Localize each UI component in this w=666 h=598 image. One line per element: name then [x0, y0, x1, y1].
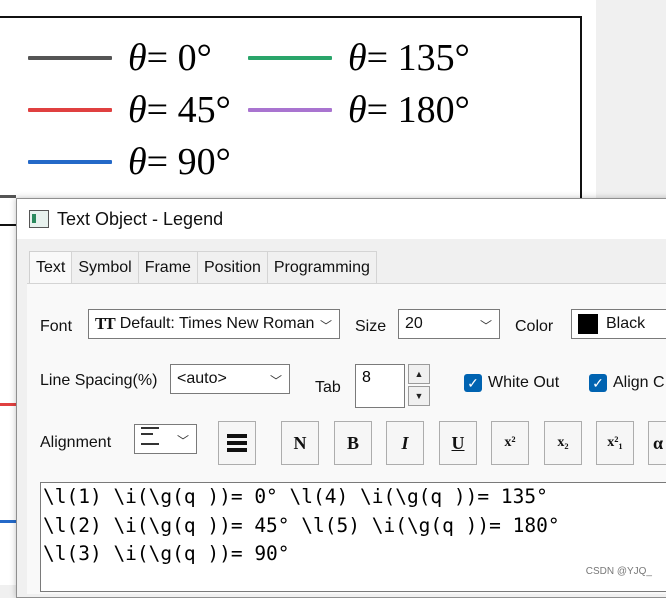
- lines-icon: [227, 434, 247, 452]
- legend-label: θ= 135°: [348, 37, 470, 79]
- color-value: Black: [606, 315, 646, 332]
- tab-strip: Text Symbol Frame Position Programming: [29, 251, 377, 284]
- dialog-title: Text Object - Legend: [57, 208, 224, 229]
- color-swatch: [578, 314, 598, 334]
- plot-line-stub: [0, 403, 16, 406]
- plot-line-stub: [0, 520, 16, 523]
- legend-entry-4: θ= 180°: [248, 88, 470, 132]
- bold-button[interactable]: B: [334, 421, 372, 465]
- superscript-button[interactable]: x²: [491, 421, 529, 465]
- tab-frame[interactable]: Frame: [137, 251, 198, 284]
- legend-text-editor[interactable]: \l(1) \i(\g(q ))= 0° \l(4) \i(\g(q ))= 1…: [40, 482, 666, 592]
- legend-box[interactable]: θ= 0° θ= 45° θ= 90° θ= 135° θ= 180°: [0, 16, 582, 226]
- legend-label: θ= 180°: [348, 89, 470, 131]
- white-out-label: White Out: [488, 374, 560, 391]
- app-icon: [29, 210, 49, 228]
- font-value: Default: Times New Roman: [119, 315, 315, 332]
- line-spacing-select[interactable]: <auto> ﹀: [170, 364, 290, 394]
- tab-symbol[interactable]: Symbol: [71, 251, 139, 284]
- spin-up-button[interactable]: ▲: [408, 364, 430, 384]
- title-bar[interactable]: Text Object - Legend: [17, 199, 666, 239]
- alignment-select[interactable]: ﹀: [134, 424, 197, 454]
- legend-line-green: [248, 56, 332, 60]
- tab-value: 8: [362, 369, 371, 386]
- legend-line-gray: [28, 56, 112, 60]
- color-label: Color: [515, 318, 554, 335]
- tab-label: Tab: [315, 379, 341, 396]
- legend-label: θ= 0°: [128, 37, 212, 79]
- lines-button[interactable]: [218, 421, 256, 465]
- align-label: Align C: [613, 374, 665, 391]
- line-spacing-value: <auto>: [177, 370, 227, 387]
- color-select[interactable]: Black: [571, 309, 666, 339]
- legend-label: θ= 90°: [128, 141, 231, 183]
- legend-entry-0: θ= 0°: [28, 36, 212, 80]
- tab-programming[interactable]: Programming: [266, 251, 377, 284]
- tab-position[interactable]: Position: [196, 251, 268, 284]
- chevron-down-icon: ﹀: [269, 374, 282, 388]
- normal-button[interactable]: N: [281, 421, 319, 465]
- text-line: \l(2) \i(\g(q ))= 45° \l(5) \i(\g(q ))= …: [43, 513, 560, 537]
- white-out-checkbox[interactable]: ✓: [464, 374, 482, 392]
- size-select[interactable]: 20 ﹀: [398, 309, 500, 339]
- size-label: Size: [355, 318, 387, 335]
- chevron-down-icon: ﹀: [176, 434, 189, 448]
- plot-line-stub: [0, 195, 16, 198]
- spin-down-button[interactable]: ▼: [408, 386, 430, 406]
- greek-button[interactable]: α: [648, 421, 666, 465]
- watermark: CSDN @YJQ_: [585, 566, 652, 577]
- alignment-label: Alignment: [40, 434, 112, 451]
- text-line: \l(1) \i(\g(q ))= 0° \l(4) \i(\g(q ))= 1…: [43, 485, 548, 508]
- legend-entry-1: θ= 45°: [28, 88, 231, 132]
- font-label: Font: [40, 318, 73, 335]
- legend-entry-3: θ= 135°: [248, 36, 470, 80]
- size-value: 20: [405, 315, 423, 332]
- legend-line-red: [28, 108, 112, 112]
- supsub-button[interactable]: x²₁: [596, 421, 634, 465]
- chevron-down-icon: ﹀: [479, 319, 492, 333]
- legend-line-purple: [248, 108, 332, 112]
- underline-button[interactable]: U: [439, 421, 477, 465]
- line-spacing-label: Line Spacing(%): [40, 372, 158, 389]
- legend-line-blue: [28, 160, 112, 164]
- font-select[interactable]: TT Default: Times New Roman ﹀: [88, 309, 340, 339]
- align-checkbox[interactable]: ✓: [589, 374, 607, 392]
- chevron-down-icon: ﹀: [317, 317, 332, 334]
- tab-spin-input[interactable]: 8: [355, 364, 405, 408]
- align-left-icon: [141, 427, 159, 445]
- window-background: [596, 0, 666, 200]
- subscript-button[interactable]: x₂: [544, 421, 582, 465]
- italic-button[interactable]: I: [386, 421, 424, 465]
- legend-label: θ= 45°: [128, 89, 231, 131]
- truetype-font-icon: TT: [95, 314, 116, 333]
- tab-text[interactable]: Text: [29, 251, 73, 284]
- legend-entry-2: θ= 90°: [28, 140, 231, 184]
- text-line: \l(3) \i(\g(q ))= 90°: [43, 542, 290, 565]
